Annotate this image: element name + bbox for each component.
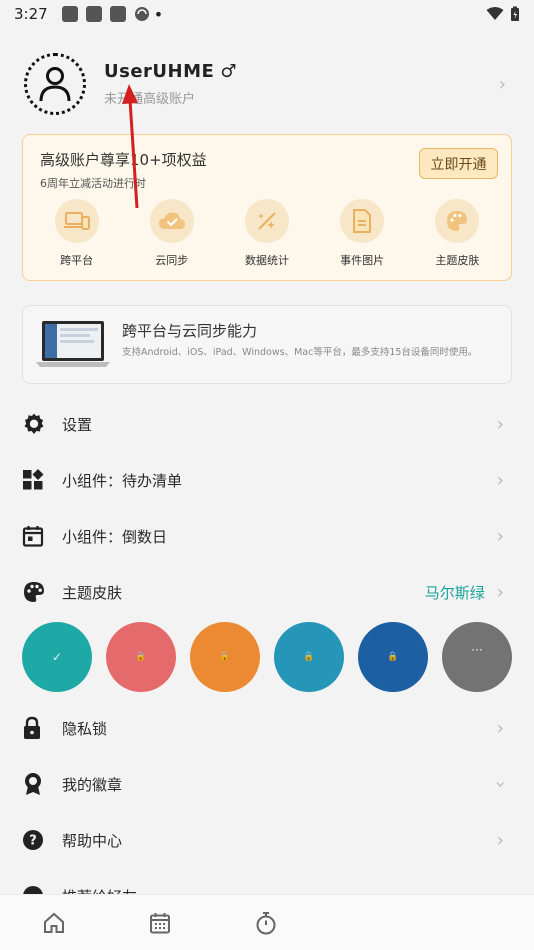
theme-swatch-locked[interactable]: 🔒 xyxy=(190,622,260,692)
menu-item-theme[interactable]: 主题皮肤 马尔斯绿 › xyxy=(22,570,512,614)
menu-item-settings[interactable]: 设置 › xyxy=(22,402,512,446)
help-icon: ? xyxy=(23,830,43,850)
profile-row[interactable]: UserUHME ♂ 未开通高级账户 › xyxy=(24,52,514,116)
theme-swatch-locked[interactable]: 🔒 xyxy=(358,622,428,692)
cross-platform-card[interactable]: 跨平台与云同步能力 支持Android、iOS、iPad、Windows、Mac… xyxy=(22,305,512,384)
chevron-right-icon: › xyxy=(496,525,504,547)
gender-male-icon: ♂ xyxy=(220,61,237,82)
theme-swatch-row: ✓ 🔒 🔒 🔒 🔒 ··· xyxy=(22,622,512,692)
menu-label: 小组件：倒数日 xyxy=(62,527,168,546)
menu-label: 小组件：待办清单 xyxy=(62,471,183,490)
premium-promo: 6周年立减活动进行时 xyxy=(40,177,146,190)
benefit-theme-skins[interactable]: 主题皮肤 xyxy=(417,199,497,268)
benefit-list: 跨平台 云同步 数据统计 事件图片 主题皮肤 xyxy=(23,199,511,268)
battery-icon xyxy=(511,6,519,21)
wifi-icon xyxy=(486,7,504,20)
more-icon: ··· xyxy=(471,643,483,657)
chevron-right-icon: › xyxy=(496,413,504,435)
benefit-statistics[interactable]: 数据统计 xyxy=(227,199,307,268)
account-status: 未开通高级账户 xyxy=(104,92,196,107)
svg-text:?: ? xyxy=(29,834,37,849)
nav-timer[interactable] xyxy=(252,909,280,937)
chevron-right-icon: › xyxy=(496,469,504,491)
lock-icon xyxy=(24,716,40,739)
status-time: 3:27 xyxy=(14,5,48,23)
theme-swatch-more[interactable]: ··· xyxy=(442,622,512,692)
avatar[interactable] xyxy=(24,53,86,115)
chevron-right-icon: › xyxy=(496,581,504,603)
current-theme-value: 马尔斯绿 xyxy=(424,583,485,602)
bottom-nav xyxy=(0,894,534,950)
notification-icon xyxy=(109,6,126,22)
devices-icon xyxy=(63,212,90,230)
benefit-cross-platform[interactable]: 跨平台 xyxy=(37,199,117,268)
nav-home[interactable] xyxy=(40,909,68,937)
notification-icon xyxy=(85,6,102,22)
chevron-right-icon: › xyxy=(498,73,506,95)
card-description: 支持Android、iOS、iPad、Windows、Mac等平台，最多支持15… xyxy=(122,347,478,358)
sparkle-icon xyxy=(257,212,276,230)
theme-swatch-locked[interactable]: 🔒 xyxy=(274,622,344,692)
status-bar: 3:27 • xyxy=(0,0,534,28)
nav-calendar[interactable] xyxy=(146,909,174,937)
menu-item-badges[interactable]: 我的徽章 › xyxy=(22,762,512,806)
lock-icon: 🔒 xyxy=(387,652,399,662)
menu-label: 设置 xyxy=(62,415,93,434)
menu-item-widget-countdown[interactable]: 小组件：倒数日 › xyxy=(22,514,512,558)
benefit-label: 跨平台 xyxy=(60,254,94,267)
benefit-cloud-sync[interactable]: 云同步 xyxy=(132,199,212,268)
benefit-event-images[interactable]: 事件图片 xyxy=(322,199,402,268)
gear-icon xyxy=(24,413,44,434)
open-premium-button[interactable]: 立即开通 xyxy=(419,148,498,179)
username: UserUHME xyxy=(104,61,215,82)
palette-icon xyxy=(24,582,44,602)
theme-swatch-locked[interactable]: 🔒 xyxy=(106,622,176,692)
premium-title: 高级账户尊享10+项权益 xyxy=(40,151,207,169)
menu-item-privacy-lock[interactable]: 隐私锁 › xyxy=(22,706,512,750)
calendar-icon xyxy=(150,913,170,934)
sync-notification-icon xyxy=(134,7,149,21)
home-icon xyxy=(44,912,64,933)
palette-icon xyxy=(447,211,468,231)
theme-swatch-selected[interactable]: ✓ xyxy=(22,622,92,692)
calendar-icon xyxy=(22,526,44,547)
menu-item-help-center[interactable]: ? 帮助中心 › xyxy=(22,818,512,862)
benefit-label: 云同步 xyxy=(155,254,189,267)
user-icon xyxy=(39,67,71,102)
benefit-label: 事件图片 xyxy=(340,254,385,267)
check-icon: ✓ xyxy=(51,650,63,664)
cloud-check-icon xyxy=(158,212,185,229)
menu-label: 隐私锁 xyxy=(62,719,108,738)
chevron-right-icon: › xyxy=(496,717,504,739)
card-title: 跨平台与云同步能力 xyxy=(122,322,258,340)
benefit-label: 主题皮肤 xyxy=(435,254,480,267)
status-dot: • xyxy=(153,4,164,24)
widgets-icon xyxy=(23,469,44,490)
menu-label: 我的徽章 xyxy=(62,775,123,794)
stopwatch-icon xyxy=(256,912,276,935)
chevron-down-icon: › xyxy=(489,780,511,788)
lock-icon: 🔒 xyxy=(219,652,231,662)
benefit-label: 数据统计 xyxy=(244,254,289,267)
document-icon xyxy=(353,209,372,233)
badge-icon xyxy=(25,773,41,795)
chevron-right-icon: › xyxy=(496,829,504,851)
menu-label: 主题皮肤 xyxy=(62,583,123,602)
lock-icon: 🔒 xyxy=(303,652,315,662)
username-row: UserUHME ♂ xyxy=(104,61,237,82)
premium-card[interactable]: 高级账户尊享10+项权益 6周年立减活动进行时 立即开通 跨平台 云同步 数据统… xyxy=(22,134,512,281)
menu-label: 帮助中心 xyxy=(62,831,123,850)
lock-icon: 🔒 xyxy=(135,652,147,662)
laptop-image xyxy=(36,321,110,367)
notification-icon xyxy=(61,6,78,22)
menu-item-widget-todo[interactable]: 小组件：待办清单 › xyxy=(22,458,512,502)
